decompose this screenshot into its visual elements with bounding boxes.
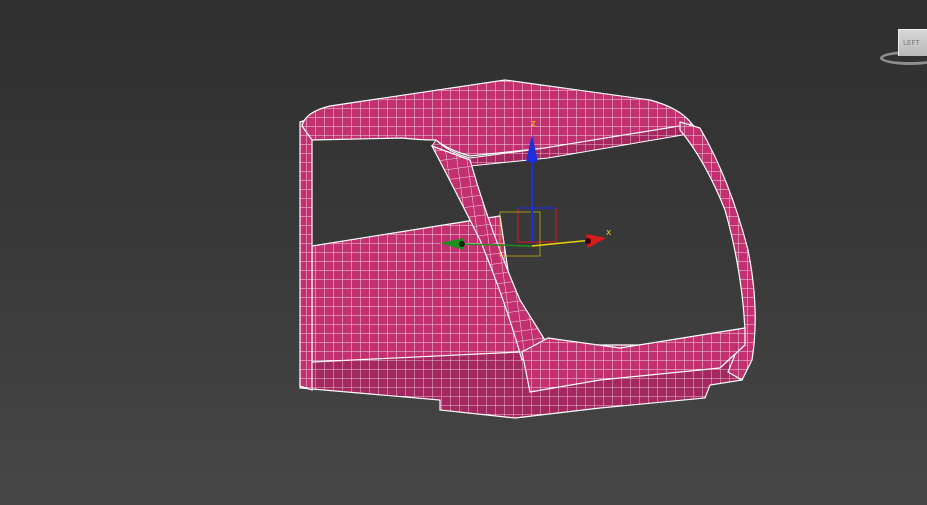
- gizmo-x-handle[interactable]: [585, 238, 591, 244]
- cab-rear-post[interactable]: [299, 117, 313, 391]
- viewcube[interactable]: LEFT: [878, 24, 927, 68]
- gizmo-plane-xz[interactable]: [517, 207, 557, 243]
- cab-roof[interactable]: [301, 79, 694, 157]
- scene-canvas[interactable]: z x: [0, 0, 927, 505]
- gizmo-x-label: x: [606, 228, 612, 238]
- gizmo-plane-yz[interactable]: [499, 211, 541, 257]
- cab-model[interactable]: [299, 79, 756, 419]
- gizmo-x-axis[interactable]: [531, 239, 593, 247]
- viewcube-face-left[interactable]: LEFT: [898, 29, 927, 56]
- gizmo-y-handle[interactable]: [459, 241, 465, 247]
- 3d-viewport[interactable]: z x LEFT: [0, 0, 927, 505]
- gizmo-z-label: z: [531, 119, 536, 129]
